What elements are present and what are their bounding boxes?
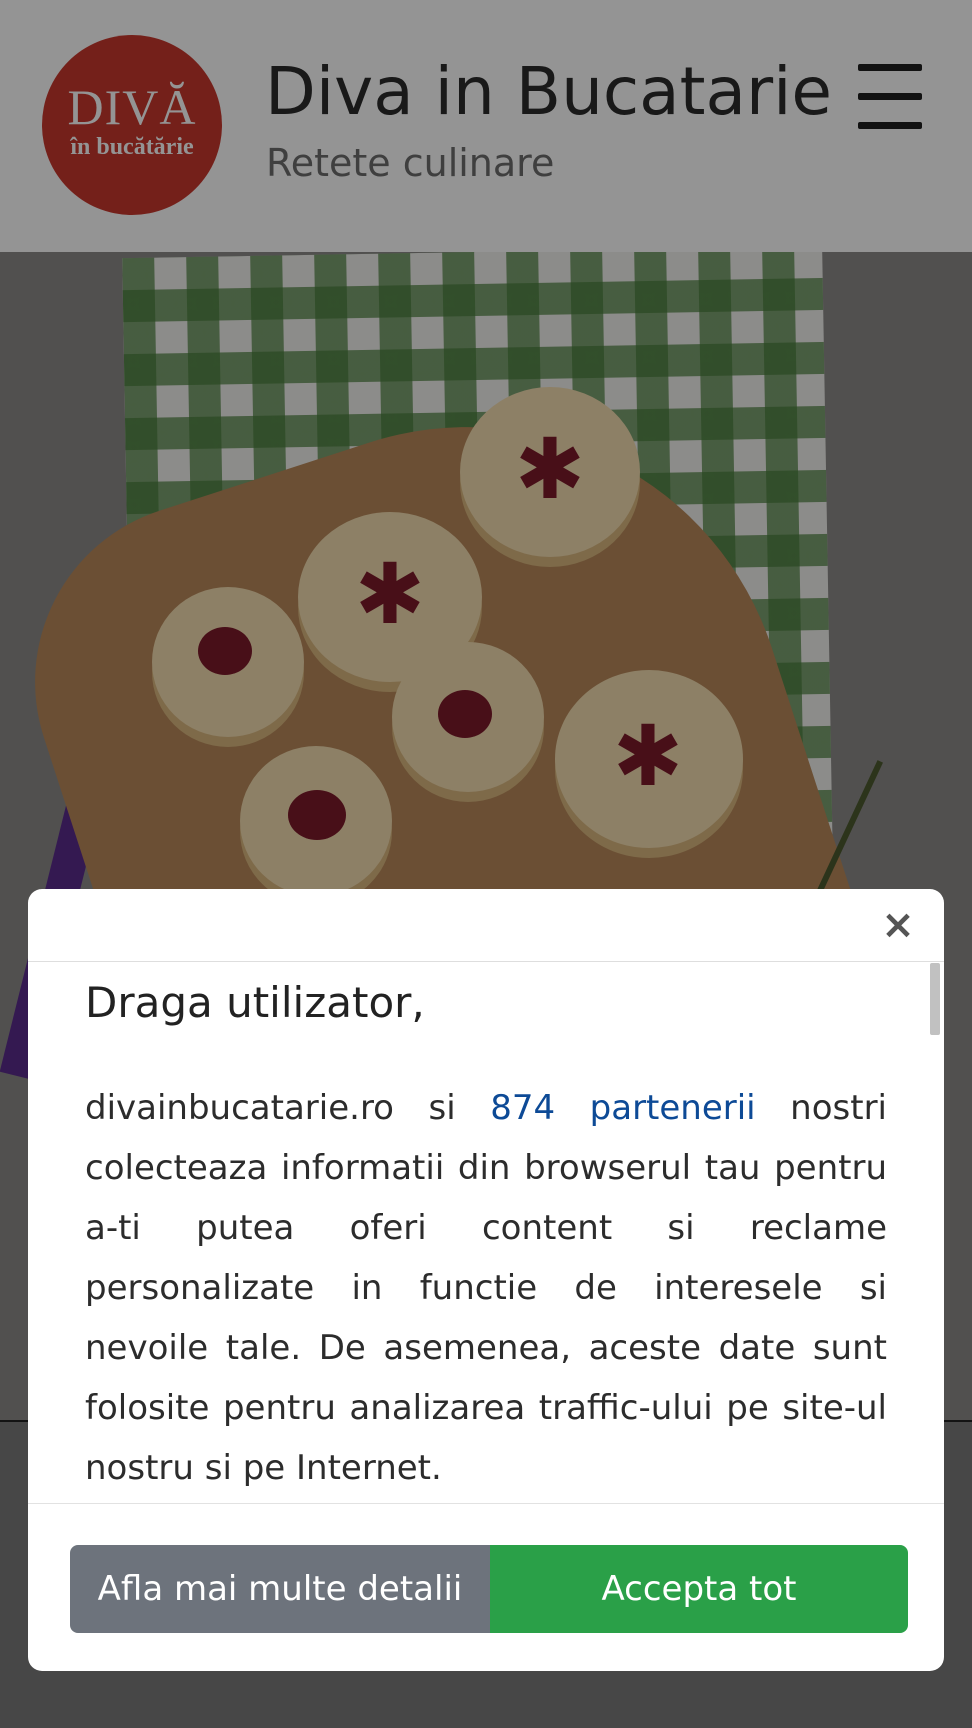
modal-scrollbar[interactable] bbox=[930, 963, 940, 1035]
cookie-consent-modal: × Draga utilizator, divainbucatarie.ro s… bbox=[28, 889, 944, 1671]
modal-footer-divider bbox=[28, 1503, 944, 1504]
more-details-button[interactable]: Afla mai multe detalii bbox=[70, 1545, 490, 1633]
consent-text-end: nostri colecteaza informatii din browser… bbox=[85, 1088, 887, 1488]
modal-header: × bbox=[28, 889, 944, 962]
consent-text-start: divainbucatarie.ro si bbox=[85, 1088, 491, 1128]
consent-text: divainbucatarie.ro si 874 partenerii nos… bbox=[85, 1078, 887, 1498]
partners-link[interactable]: 874 partenerii bbox=[490, 1088, 755, 1128]
close-icon[interactable]: × bbox=[880, 905, 916, 945]
modal-heading: Draga utilizator, bbox=[85, 978, 425, 1027]
accept-all-button[interactable]: Accepta tot bbox=[490, 1545, 908, 1633]
